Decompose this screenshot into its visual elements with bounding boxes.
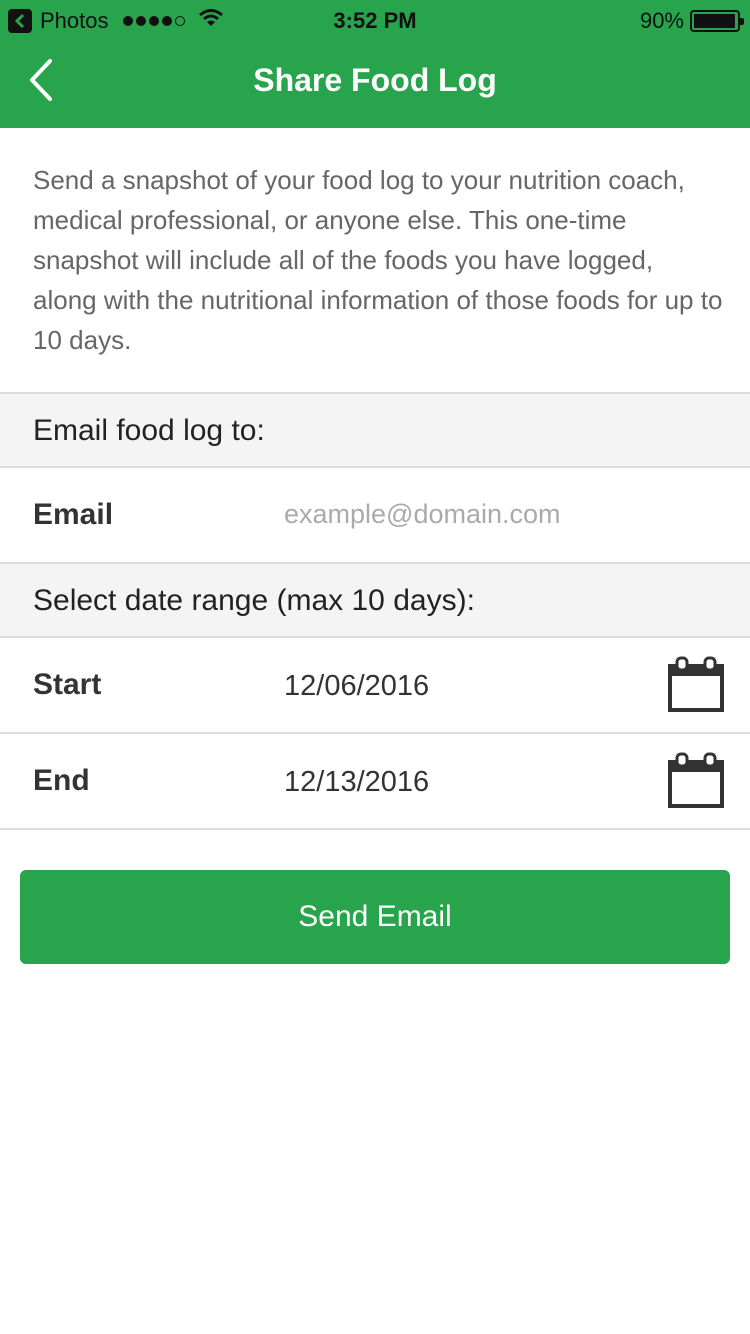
end-calendar-icon[interactable]	[668, 752, 724, 808]
end-date-label: End	[33, 764, 90, 797]
start-date-label: Start	[33, 668, 102, 701]
status-right: 90%	[639, 8, 744, 34]
start-date-value[interactable]: 12/06/2016	[284, 670, 429, 703]
page-title: Share Food Log	[253, 62, 497, 98]
end-date-row[interactable]: End 12/13/2016	[0, 734, 750, 830]
start-calendar-icon[interactable]	[668, 656, 724, 712]
email-row: Email	[0, 468, 750, 564]
intro-description: Send a snapshot of your food log to your…	[33, 165, 723, 355]
email-label: Email	[33, 498, 114, 531]
battery-icon	[690, 10, 744, 32]
email-section-title: Email food log to:	[33, 414, 265, 447]
status-time: 3:52 PM	[333, 8, 417, 33]
email-section-header: Email food log to:	[0, 392, 750, 468]
battery-percent: 90%	[639, 8, 684, 33]
start-date-row[interactable]: Start 12/06/2016	[0, 638, 750, 734]
end-date-value[interactable]: 12/13/2016	[284, 766, 429, 799]
email-input[interactable]	[284, 492, 714, 536]
date-section-title: Select date range (max 10 days):	[33, 584, 475, 617]
nav-bar: Photos 3:52 PM 90% Share Food Log	[0, 0, 750, 128]
date-section-header: Select date range (max 10 days):	[0, 562, 750, 638]
send-email-button[interactable]: Send Email	[20, 870, 730, 964]
battery-fill	[694, 14, 736, 28]
status-bar: Photos 3:52 PM 90%	[0, 0, 750, 40]
